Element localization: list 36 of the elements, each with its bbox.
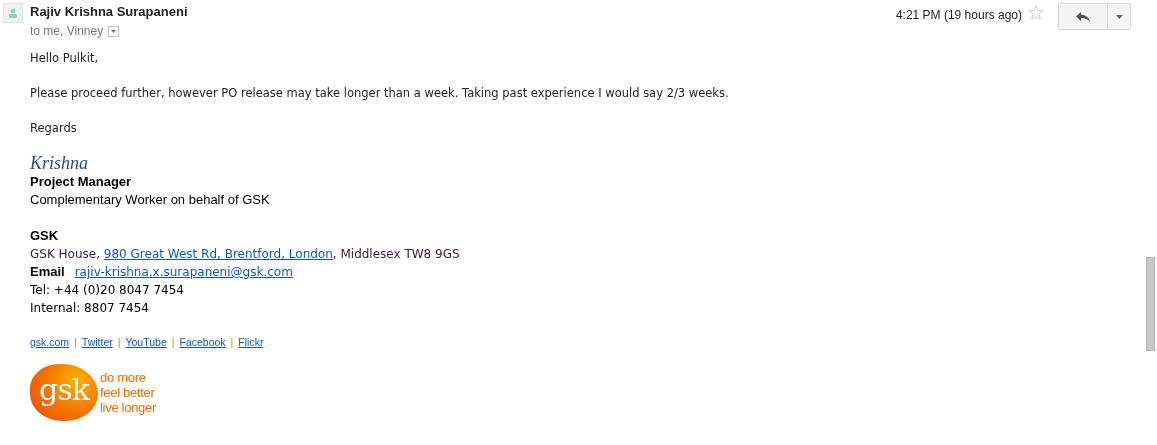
phone-text: Tel: +44 (0)20 8047 7454 bbox=[30, 282, 185, 299]
footer-link[interactable]: Flickr bbox=[238, 336, 264, 348]
tagline-line: live longer bbox=[100, 400, 156, 415]
signature-name: Krishna bbox=[30, 153, 90, 173]
reply-icon bbox=[1076, 11, 1090, 22]
sender-name: Rajiv Krishna Surapaneni bbox=[30, 4, 188, 20]
star-icon[interactable] bbox=[1028, 5, 1044, 21]
details-dropdown[interactable] bbox=[108, 25, 120, 37]
footer-link[interactable]: Facebook bbox=[179, 336, 226, 348]
closing: Regards bbox=[30, 120, 78, 137]
logo-text: gsk bbox=[39, 374, 89, 405]
caret-icon bbox=[111, 29, 117, 33]
greeting: Hello Pulkit, bbox=[30, 50, 100, 67]
footer-link[interactable]: gsk.com bbox=[30, 336, 70, 348]
timestamp: 4:21 PM (19 hours ago) bbox=[895, 7, 1022, 24]
company-name: GSK bbox=[30, 227, 60, 245]
tagline-line: feel better bbox=[100, 385, 156, 400]
scrollbar-thumb[interactable] bbox=[1146, 257, 1155, 351]
email-link[interactable]: rajiv-krishna.x.surapaneni@gsk.com bbox=[74, 263, 293, 281]
separator: | bbox=[117, 336, 121, 348]
separator: | bbox=[230, 336, 234, 348]
role-text: Complementary Worker on behalf of GSK bbox=[30, 191, 271, 209]
footer-link[interactable]: Twitter bbox=[81, 336, 113, 348]
internal-phone-text: Internal: 8807 7454 bbox=[30, 300, 150, 317]
caret-icon bbox=[1115, 14, 1123, 19]
recipients: to me, Vinney bbox=[30, 24, 104, 38]
message-text: Please proceed further, however PO release may take longer than a week. Taking past experience I would say 2/3 weeks. bbox=[30, 85, 730, 102]
address-text: GSK House, 980 Great West Rd, Brentford, London, Middlesex TW8 9GS bbox=[30, 246, 461, 263]
address-link[interactable]: 980 Great West Rd, Brentford, London bbox=[103, 247, 333, 261]
footer-link[interactable]: YouTube bbox=[125, 336, 167, 348]
tagline-line: do more bbox=[100, 370, 147, 385]
separator: | bbox=[171, 336, 175, 348]
separator: | bbox=[74, 336, 77, 348]
person-icon bbox=[8, 8, 18, 18]
job-title: Project Manager bbox=[30, 173, 133, 191]
email-label: Email bbox=[30, 263, 65, 281]
